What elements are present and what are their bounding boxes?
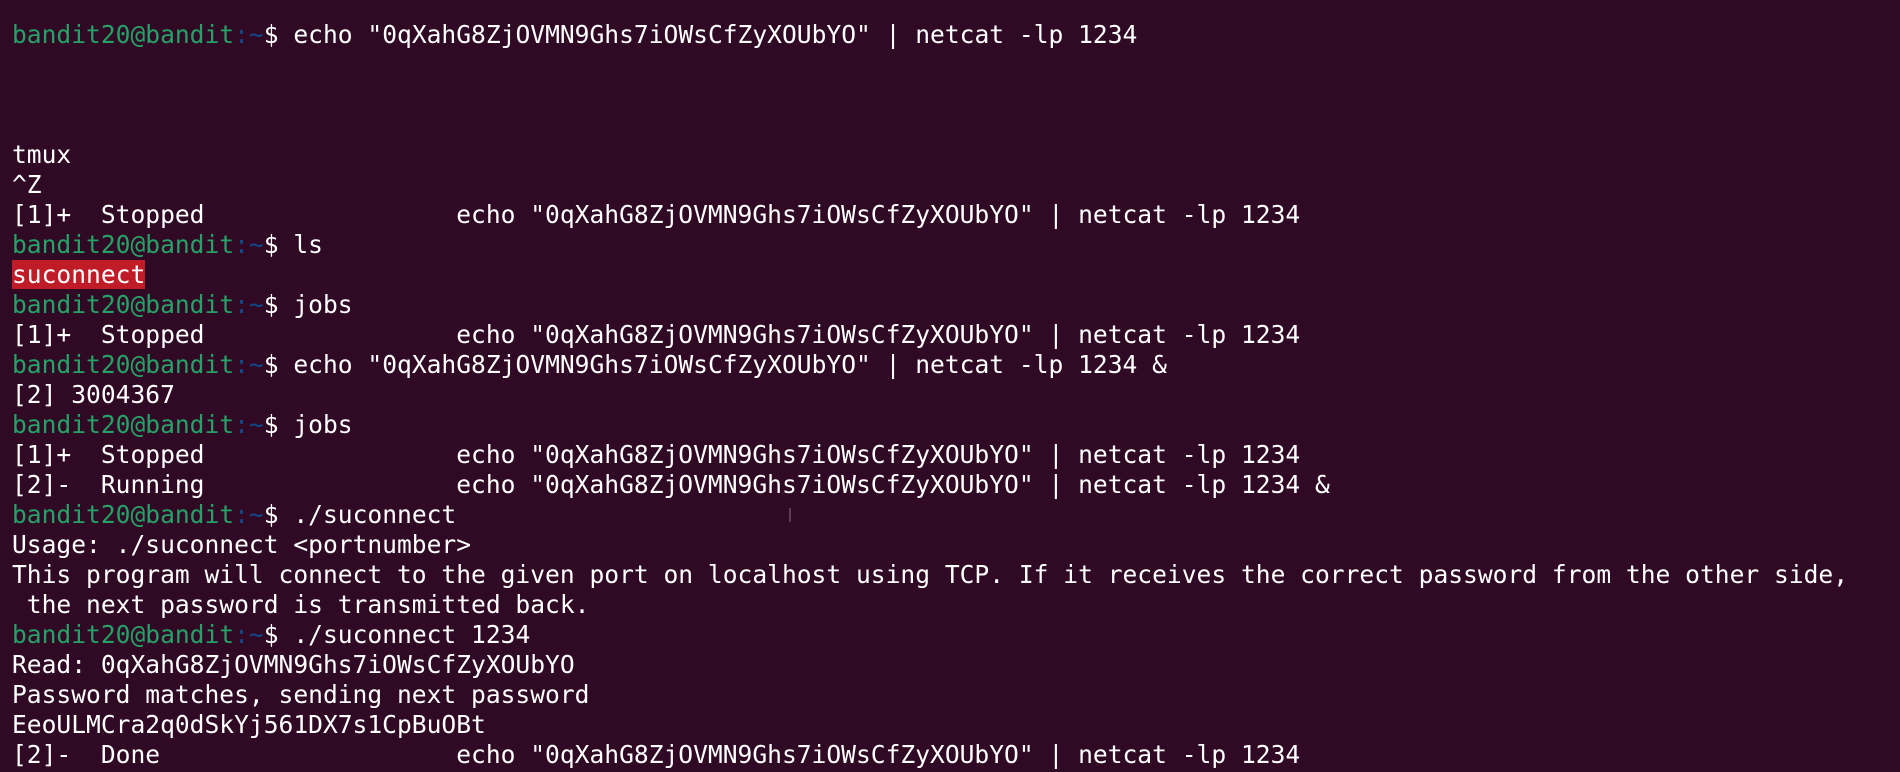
command-text: jobs — [293, 290, 353, 319]
command-text: ./suconnect — [293, 500, 457, 529]
output-line: Password matches, sending next password — [12, 680, 590, 709]
output-line: tmux — [12, 140, 72, 169]
prompt-symbol: $ — [263, 230, 294, 259]
output-line: [2]- Done echo "0qXahG8ZjOVMN9Ghs7iOWsCf… — [12, 740, 1301, 769]
output-line: Read: 0qXahG8ZjOVMN9Ghs7iOWsCfZyXOUbYO — [12, 650, 575, 679]
prompt-path: ~ — [248, 410, 264, 439]
output-line: [2] 3004367 — [12, 380, 175, 409]
terminal-output[interactable]: bandit20@bandit:~$ echo "0qXahG8ZjOVMN9G… — [12, 20, 1900, 770]
prompt-line: bandit20@bandit:~$ ./suconnect 1234 — [12, 620, 1900, 650]
prompt-line: bandit20@bandit:~$ ./suconnect — [12, 500, 1900, 530]
prompt-separator: : — [234, 350, 249, 379]
prompt-path: ~ — [248, 350, 264, 379]
output-line: ^Z — [12, 170, 42, 199]
prompt-separator: : — [234, 500, 249, 529]
output-line: [1]+ Stopped echo "0qXahG8ZjOVMN9Ghs7iOW… — [12, 440, 1301, 469]
prompt-user-host: bandit20@bandit — [12, 350, 235, 379]
prompt-line: bandit20@bandit:~$ echo "0qXahG8ZjOVMN9G… — [12, 20, 1900, 50]
command-text: jobs — [293, 410, 353, 439]
prompt-separator: : — [234, 410, 249, 439]
prompt-line: bandit20@bandit:~$ echo "0qXahG8ZjOVMN9G… — [12, 350, 1900, 380]
prompt-separator: : — [234, 20, 249, 49]
executable-file-name: suconnect — [12, 260, 146, 289]
command-text: echo "0qXahG8ZjOVMN9Ghs7iOWsCfZyXOUbYO" … — [293, 350, 1167, 379]
output-line: suconnect — [12, 260, 1900, 290]
prompt-user-host: bandit20@bandit — [12, 620, 235, 649]
output-line: Usage: ./suconnect <portnumber> — [12, 530, 472, 559]
prompt-separator: : — [234, 230, 249, 259]
prompt-line: bandit20@bandit:~$ jobs — [12, 290, 1900, 320]
prompt-user-host: bandit20@bandit — [12, 500, 235, 529]
output-line: [2]- Running echo "0qXahG8ZjOVMN9Ghs7iOW… — [12, 470, 1330, 499]
prompt-user-host: bandit20@bandit — [12, 290, 235, 319]
command-text: ls — [293, 230, 323, 259]
prompt-line: bandit20@bandit:~$ jobs — [12, 410, 1900, 440]
prompt-separator: : — [234, 290, 249, 319]
output-line: [1]+ Stopped echo "0qXahG8ZjOVMN9Ghs7iOW… — [12, 200, 1301, 229]
prompt-symbol: $ — [263, 290, 294, 319]
command-text: echo "0qXahG8ZjOVMN9Ghs7iOWsCfZyXOUbYO" … — [293, 20, 1138, 49]
prompt-user-host: bandit20@bandit — [12, 410, 235, 439]
prompt-separator: : — [234, 620, 249, 649]
prompt-symbol: $ — [263, 20, 294, 49]
output-line: This program will connect to the given p… — [12, 560, 1849, 589]
prompt-symbol: $ — [263, 350, 294, 379]
prompt-symbol: $ — [263, 410, 294, 439]
output-line: [1]+ Stopped echo "0qXahG8ZjOVMN9Ghs7iOW… — [12, 320, 1301, 349]
command-text: ./suconnect 1234 — [293, 620, 531, 649]
prompt-symbol: $ — [263, 500, 294, 529]
prompt-user-host: bandit20@bandit — [12, 20, 235, 49]
output-line: EeoULMCra2q0dSkYj561DX7s1CpBuOBt — [12, 710, 486, 739]
prompt-path: ~ — [248, 620, 264, 649]
prompt-path: ~ — [248, 20, 264, 49]
prompt-user-host: bandit20@bandit — [12, 230, 235, 259]
prompt-symbol: $ — [263, 620, 294, 649]
prompt-path: ~ — [248, 230, 264, 259]
prompt-line: bandit20@bandit:~$ ls — [12, 230, 1900, 260]
mouse-cursor — [789, 508, 791, 522]
output-line: the next password is transmitted back. — [12, 590, 590, 619]
prompt-path: ~ — [248, 290, 264, 319]
prompt-path: ~ — [248, 500, 264, 529]
